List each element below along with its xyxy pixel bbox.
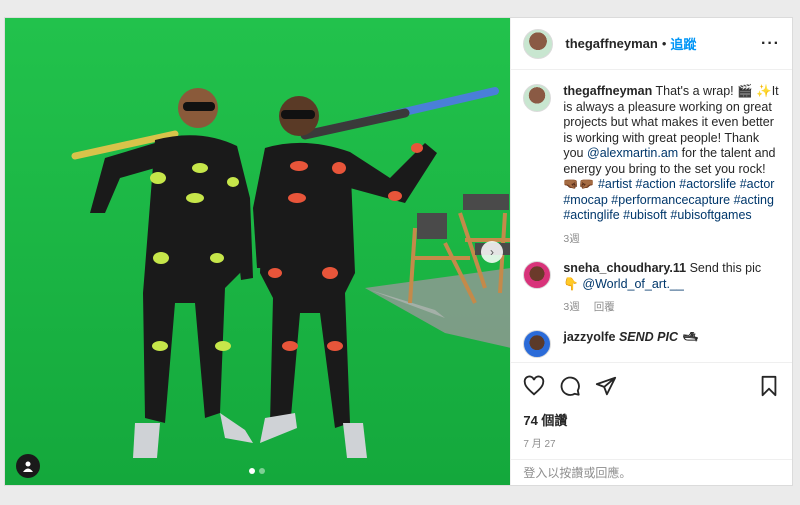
author-avatar[interactable] xyxy=(523,28,554,59)
reply-button[interactable]: 回覆 xyxy=(594,300,615,316)
caption-time[interactable]: 3週 xyxy=(563,232,579,248)
caption: thegaffneyman That's a wrap! 🎬 ✨It is al… xyxy=(523,84,780,247)
commenter-avatar[interactable] xyxy=(523,261,552,289)
post-sidebar: thegaffneyman • 追蹤 ··· thegaffneyman Tha… xyxy=(510,18,792,485)
mocap-photo xyxy=(5,18,511,485)
caption-hashtags[interactable]: #artist #action #actorslife #actor #moca… xyxy=(563,177,774,222)
post-date[interactable]: 7 月 27 xyxy=(523,435,780,450)
carousel-dot xyxy=(249,468,255,474)
post-header: thegaffneyman • 追蹤 ··· xyxy=(511,18,792,70)
author-username[interactable]: thegaffneyman xyxy=(565,36,657,51)
heart-icon[interactable] xyxy=(523,375,545,397)
commenter-avatar[interactable] xyxy=(523,329,552,358)
login-prompt-text[interactable]: 登入以按讚或回應。 xyxy=(523,464,631,481)
comment-time[interactable]: 3週 xyxy=(563,300,579,316)
comment-item: sneha_choudhary.11 Send this pic 👇 @Worl… xyxy=(523,261,780,316)
header-separator: • xyxy=(661,36,667,51)
follow-button[interactable]: 追蹤 xyxy=(670,34,696,53)
caption-mention[interactable]: @alexmartin.am xyxy=(587,146,678,160)
action-bar: 74 個讚 7 月 27 xyxy=(511,362,792,459)
likes-count[interactable]: 74 個讚 xyxy=(523,410,780,429)
comment-icon[interactable] xyxy=(559,375,581,397)
user-tag-button[interactable] xyxy=(16,454,40,478)
share-icon[interactable] xyxy=(595,375,617,397)
post-dialog: › thegaffneyman • 追蹤 ··· thegaffneyman T… xyxy=(4,17,793,486)
comment-text: SEND PIC 🛥 xyxy=(618,329,698,344)
more-icon[interactable]: ··· xyxy=(761,35,780,53)
bookmark-icon[interactable] xyxy=(758,375,780,397)
post-media[interactable]: › xyxy=(5,18,511,485)
chevron-right-icon: › xyxy=(490,245,494,259)
caption-avatar[interactable] xyxy=(523,84,552,112)
comments-list[interactable]: thegaffneyman That's a wrap! 🎬 ✨It is al… xyxy=(511,70,792,362)
comment-mention[interactable]: @World_of_art.__ xyxy=(582,277,683,291)
carousel-indicator xyxy=(249,468,265,474)
comment-username[interactable]: jazzyolfe xyxy=(563,330,615,344)
comment-item: jazzyolfe SEND PIC 🛥 xyxy=(523,329,780,358)
carousel-dot xyxy=(259,468,265,474)
user-tag-icon xyxy=(23,461,33,472)
login-prompt[interactable]: 登入以按讚或回應。 xyxy=(511,459,792,485)
next-image-button[interactable]: › xyxy=(481,241,503,263)
caption-username[interactable]: thegaffneyman xyxy=(563,84,652,98)
comment-username[interactable]: sneha_choudhary.11 xyxy=(563,261,686,275)
